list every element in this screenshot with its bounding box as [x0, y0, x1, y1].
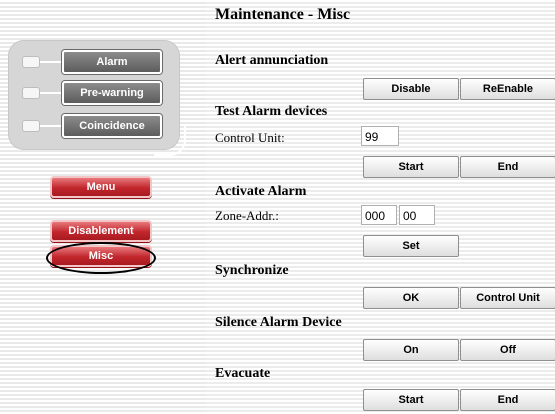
- prewarning-indicator-label[interactable]: Pre-warning: [62, 81, 162, 105]
- zone-addr-label: Zone-Addr.:: [215, 208, 279, 223]
- alert-annunciation-heading: Alert annunciation: [215, 53, 329, 68]
- set-button[interactable]: Set: [363, 235, 459, 257]
- main-panel: Maintenance - Misc Alert annunciation Di…: [205, 0, 555, 414]
- synchronize-heading: Synchronize: [215, 263, 289, 278]
- addr-input[interactable]: 00: [399, 205, 435, 225]
- alarm-led-icon: [22, 56, 40, 68]
- activate-alarm-heading: Activate Alarm: [215, 184, 307, 199]
- zone-input[interactable]: 000: [361, 205, 397, 225]
- sync-ok-button[interactable]: OK: [363, 287, 459, 309]
- indicator-coincidence: Coincidence: [16, 114, 176, 138]
- coincidence-indicator-label[interactable]: Coincidence: [62, 114, 162, 138]
- evacuate-start-button[interactable]: Start: [363, 389, 459, 411]
- reenable-button[interactable]: ReEnable: [460, 78, 555, 100]
- silence-on-button[interactable]: On: [363, 339, 459, 361]
- page-title: Maintenance - Misc: [215, 6, 351, 23]
- left-panel: Alarm Pre-warning Coincidence Menu Disab…: [0, 0, 205, 414]
- misc-highlight-circle: [46, 242, 156, 274]
- indicator-alarm: Alarm: [16, 50, 176, 74]
- test-end-button[interactable]: End: [460, 156, 555, 178]
- evacuate-end-button[interactable]: End: [460, 389, 555, 411]
- test-alarm-devices-heading: Test Alarm devices: [215, 104, 328, 119]
- alarm-indicator-label[interactable]: Alarm: [62, 50, 162, 74]
- prewarning-led-icon: [22, 87, 40, 99]
- menu-button[interactable]: Menu: [50, 176, 152, 198]
- disable-button[interactable]: Disable: [363, 78, 459, 100]
- control-unit-input[interactable]: 99: [361, 126, 399, 146]
- sync-control-unit-button[interactable]: Control Unit: [460, 287, 555, 309]
- evacuate-heading: Evacuate: [215, 366, 271, 381]
- control-unit-label: Control Unit:: [215, 130, 285, 145]
- disablement-button[interactable]: Disablement: [50, 220, 152, 242]
- silence-off-button[interactable]: Off: [460, 339, 555, 361]
- silence-alarm-device-heading: Silence Alarm Device: [215, 315, 342, 330]
- indicator-prewarning: Pre-warning: [16, 81, 176, 105]
- test-start-button[interactable]: Start: [363, 156, 459, 178]
- coincidence-led-icon: [22, 120, 40, 132]
